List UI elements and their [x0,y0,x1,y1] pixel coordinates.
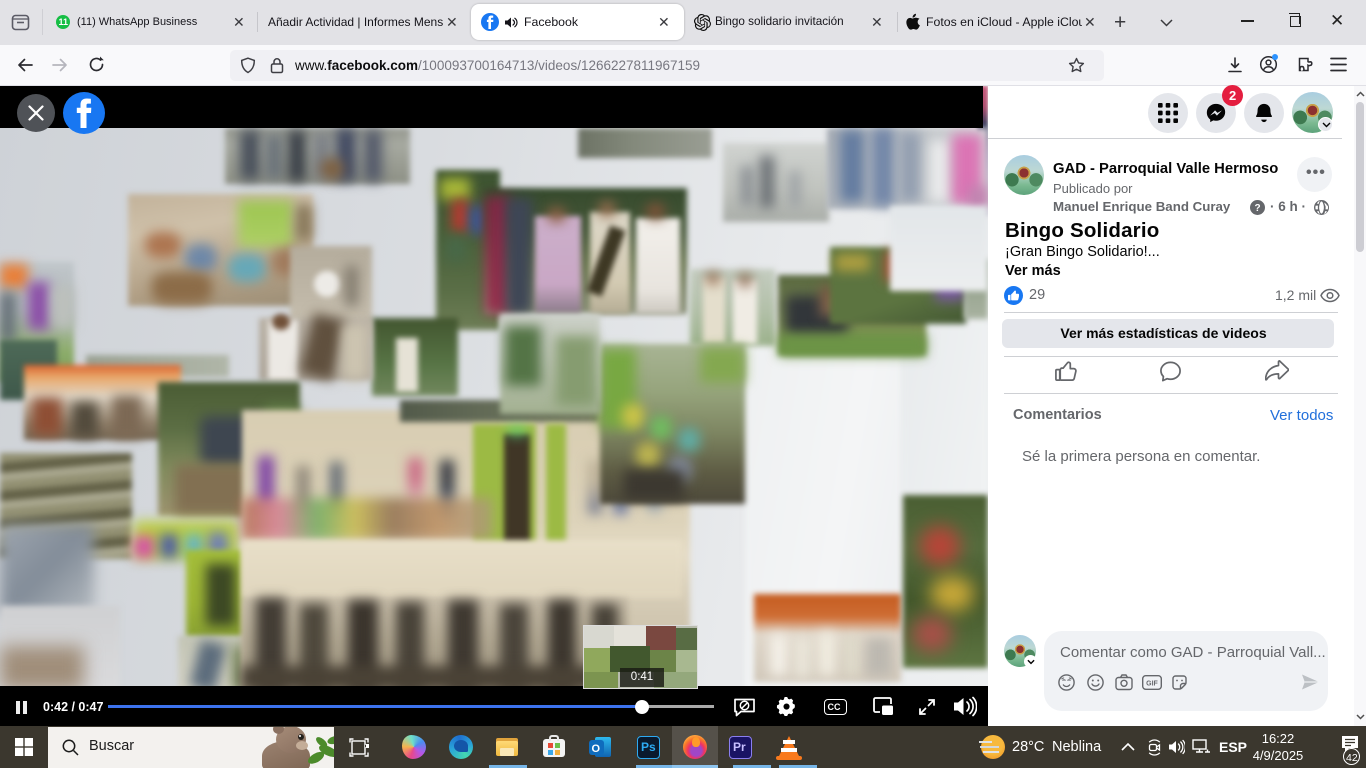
svg-text:GIF: GIF [1146,681,1158,688]
svg-text:?: ? [1254,203,1260,214]
